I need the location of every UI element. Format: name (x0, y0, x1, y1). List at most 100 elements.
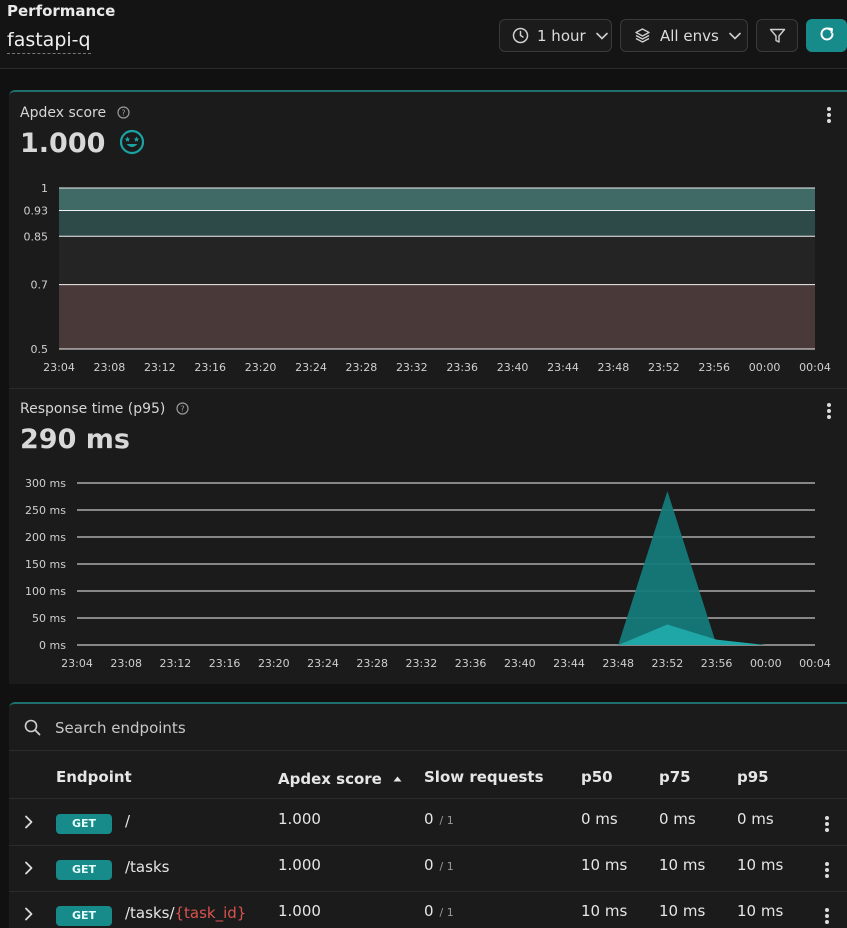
x-tick-label: 23:28 (346, 361, 378, 374)
slow-requests-count: 0 (424, 856, 434, 874)
endpoint-path-text: / (125, 812, 131, 830)
x-tick-label: 23:08 (110, 657, 142, 670)
apdex-cell: 1.000 (278, 810, 321, 828)
x-tick-label: 23:40 (504, 657, 536, 670)
row-menu-button[interactable] (825, 908, 829, 924)
y-tick-label: 200 ms (25, 531, 66, 544)
slow-requests-total: / 1 (439, 814, 454, 827)
x-tick-label: 23:44 (547, 361, 579, 374)
p95-cell: 10 ms (737, 902, 784, 920)
apdex-cell: 1.000 (278, 902, 321, 920)
x-tick-label: 23:48 (598, 361, 630, 374)
x-tick-label: 23:36 (446, 361, 478, 374)
x-tick-label: 23:24 (295, 361, 327, 374)
x-tick-label: 23:56 (698, 361, 730, 374)
y-tick-label: 0.93 (24, 205, 49, 218)
expand-chevron-icon[interactable] (24, 861, 34, 879)
row-menu-button[interactable] (825, 816, 829, 832)
table-row[interactable]: GET /tasks 1.000 0 / 1 10 ms 10 ms 10 ms (9, 846, 847, 892)
slow-requests-total: / 1 (439, 860, 454, 873)
x-tick-label: 23:16 (194, 361, 226, 374)
slow-requests-cell: 0 / 1 (424, 856, 454, 874)
environment-dropdown[interactable]: All envs (620, 19, 748, 52)
refresh-button[interactable] (806, 19, 847, 52)
x-tick-label: 23:24 (307, 657, 339, 670)
column-header-apdex-label: Apdex score (278, 770, 382, 788)
y-tick-label: 0 ms (39, 639, 66, 652)
time-range-dropdown[interactable]: 1 hour (499, 19, 612, 52)
y-tick-label: 0.85 (24, 230, 49, 243)
endpoint-path[interactable]: /tasks (125, 858, 169, 876)
chevron-down-icon (728, 32, 741, 40)
x-tick-label: 00:04 (799, 657, 831, 670)
filter-button[interactable] (756, 19, 798, 52)
page-header: Performance fastapi-q 1 hour All envs (0, 0, 847, 69)
x-tick-label: 23:12 (144, 361, 176, 374)
column-header-p95[interactable]: p95 (737, 768, 769, 786)
column-header-apdex[interactable]: Apdex score (278, 768, 402, 788)
p75-cell: 10 ms (659, 902, 706, 920)
endpoint-path-text: /tasks/ (125, 904, 175, 922)
column-header-endpoint[interactable]: Endpoint (56, 768, 132, 786)
apdex-chart: 1 0.93 0.85 0.7 0.5 23:04 23:08 23:12 23:16 23:20… (24, 182, 831, 374)
http-method-badge: GET (56, 906, 112, 926)
apdex-band (59, 188, 815, 211)
p95-cell: 10 ms (737, 856, 784, 874)
endpoint-path[interactable]: / (125, 812, 130, 830)
table-row[interactable]: GET / 1.000 0 / 1 0 ms 0 ms 0 ms (9, 800, 847, 846)
time-range-label: 1 hour (537, 26, 586, 45)
x-tick-label: 23:36 (455, 657, 487, 670)
x-tick-label: 23:52 (652, 657, 684, 670)
x-tick-label: 23:44 (553, 657, 585, 670)
endpoint-path-text: /tasks (125, 858, 170, 876)
column-header-p75[interactable]: p75 (659, 768, 691, 786)
refresh-icon (819, 26, 835, 46)
apdex-band (59, 236, 815, 285)
x-tick-label: 23:20 (258, 657, 290, 670)
x-tick-label: 23:40 (497, 361, 529, 374)
apdex-cell: 1.000 (278, 856, 321, 874)
http-method-badge: GET (56, 814, 112, 834)
search-bar (9, 704, 847, 751)
column-header-slow-requests[interactable]: Slow requests (424, 768, 544, 786)
x-tick-label: 23:28 (356, 657, 388, 670)
x-tick-label: 00:04 (799, 361, 831, 374)
slow-requests-cell: 0 / 1 (424, 810, 454, 828)
clock-icon (512, 27, 529, 44)
x-tick-label: 00:00 (749, 361, 781, 374)
y-tick-label: 250 ms (25, 504, 66, 517)
row-menu-button[interactable] (825, 862, 829, 878)
layers-icon (634, 27, 651, 44)
http-method-badge: GET (56, 860, 112, 880)
y-tick-label: 300 ms (25, 477, 66, 490)
table-header: Endpoint Apdex score Slow requests p50 p… (9, 752, 847, 799)
chevron-down-icon (595, 32, 608, 40)
search-endpoints-input[interactable] (55, 714, 455, 742)
endpoint-path[interactable]: /tasks/{task_id} (125, 904, 246, 922)
x-tick-label: 23:12 (160, 657, 192, 670)
y-tick-label: 50 ms (32, 612, 66, 625)
p50-cell: 10 ms (581, 856, 628, 874)
column-header-p50[interactable]: p50 (581, 768, 613, 786)
table-row[interactable]: GET /tasks/{task_id} 1.000 0 / 1 10 ms 10… (9, 892, 847, 928)
response-series-area (618, 491, 717, 645)
response-time-panel: Response time (p95) ? 290 ms 300 ms 250 m… (9, 388, 847, 684)
slow-requests-count: 0 (424, 902, 434, 920)
y-tick-label: 1 (41, 182, 48, 195)
x-tick-label: 23:08 (94, 361, 126, 374)
endpoint-path-param: {task_id} (174, 904, 247, 922)
search-icon (24, 719, 41, 740)
app-name-selector[interactable]: fastapi-q (7, 29, 91, 54)
y-tick-label: 0.5 (31, 343, 49, 356)
p75-cell: 0 ms (659, 810, 696, 828)
section-title: Performance (7, 2, 116, 20)
sort-ascending-icon (393, 768, 402, 786)
expand-chevron-icon[interactable] (24, 815, 34, 833)
y-tick-label: 100 ms (25, 585, 66, 598)
p50-cell: 10 ms (581, 902, 628, 920)
x-tick-label: 23:48 (602, 657, 634, 670)
expand-chevron-icon[interactable] (24, 907, 34, 925)
x-tick-label: 23:04 (61, 657, 93, 670)
x-tick-label: 23:52 (648, 361, 680, 374)
response-time-chart: 300 ms 250 ms 200 ms 150 ms 100 ms 50 ms 0 ms 2… (25, 477, 831, 670)
